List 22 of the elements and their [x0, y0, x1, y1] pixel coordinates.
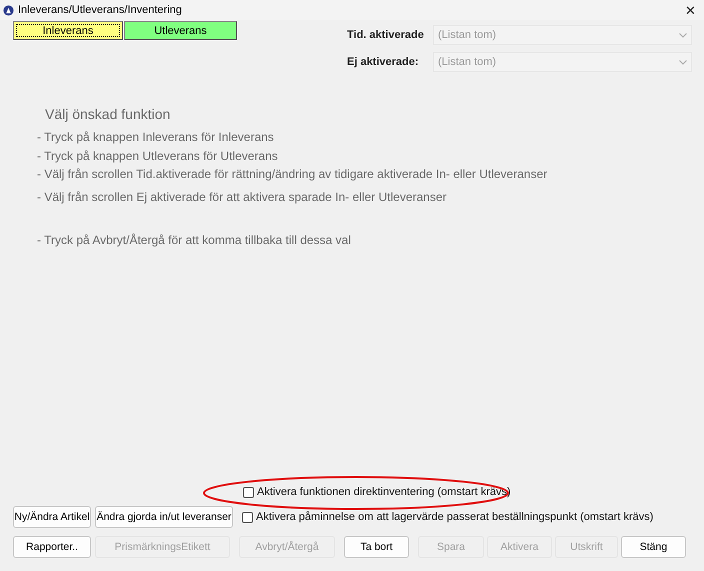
instruction-line: - Välj från scrollen Tid.aktiverade för rättning/ändring av tidigare aktiverade In- eller Utleveranser [37, 167, 548, 181]
tab[interactable]: Inleverans [13, 21, 123, 40]
action-button[interactable]: Ta bort [344, 536, 409, 558]
app-logo-icon [3, 4, 14, 16]
chevron-down-icon [679, 60, 687, 64]
instructions-heading: Välj önskad funktion [45, 106, 172, 122]
checkbox[interactable] [242, 512, 253, 522]
chevron-down-icon [679, 32, 687, 38]
list-label: Tid. aktiverade [347, 29, 425, 41]
action-button[interactable]: Rapporter.. [13, 536, 91, 558]
action-button[interactable]: Stäng [621, 536, 686, 558]
window-title: Inleverans/Utleverans/Inventering [18, 4, 183, 16]
checkbox[interactable] [243, 486, 254, 498]
instruction-line: - Tryck på Avbryt/Återgå för att komma tillbaka till dessa val [37, 233, 352, 247]
tab[interactable]: Utleverans [124, 21, 237, 40]
action-button[interactable]: Ny/Ändra Artikel [13, 506, 91, 528]
instruction-line: - Tryck på knappen Inleverans för Inleverans [37, 130, 275, 144]
instruction-line: - Tryck på knappen Utleverans för Utleverans [37, 149, 279, 163]
close-button[interactable]: ✕ [685, 2, 696, 18]
action-button[interactable]: Ändra gjorda in/ut leveranser [95, 506, 233, 528]
list-label: Ej aktiverade: [347, 56, 420, 68]
instruction-line: - Välj från scrollen Ej aktiverade för att aktivera sparade In- eller Utleveranser [37, 190, 448, 204]
